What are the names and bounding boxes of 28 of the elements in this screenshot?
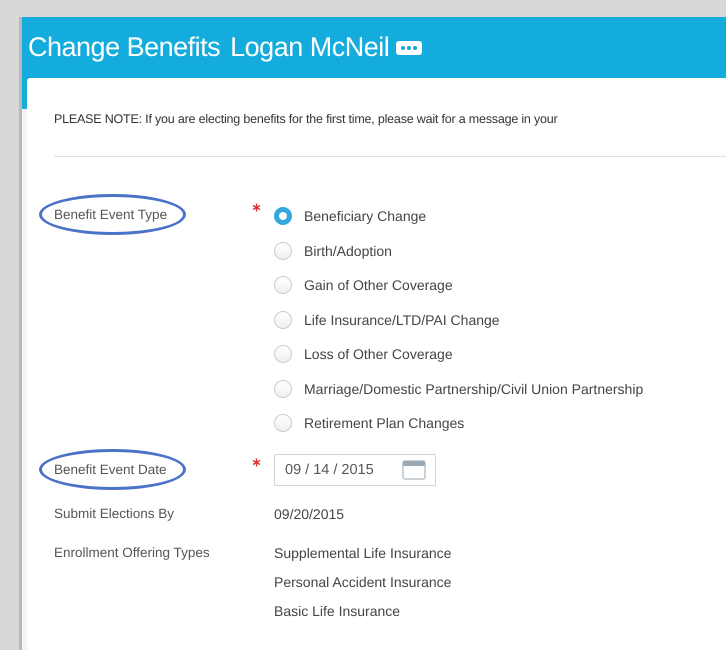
field-value: Basic Life Insurance [274, 602, 402, 618]
radio-button[interactable] [274, 380, 292, 398]
field-label: Benefit Event Type [54, 207, 168, 222]
option-label[interactable]: Retirement Plan Changes [304, 415, 464, 432]
field-value: 09/20/2015 [274, 506, 344, 522]
option-label[interactable]: Gain of Other Coverage [304, 277, 453, 294]
date-field[interactable]: 09 / 14 / 2015 [274, 454, 436, 486]
option-label[interactable]: Beneficiary Change [304, 208, 426, 224]
worker-name: Logan McNeil [230, 32, 390, 63]
option-label[interactable]: Loss of Other Coverage [304, 346, 453, 362]
field-value: Supplemental Life Insurance [274, 544, 452, 560]
page-title: Change Benefits [28, 32, 220, 63]
radio-button[interactable] [274, 414, 292, 432]
note-text: PLEASE NOTE: If you are electing benefits for the first time, please wait for a message in your [54, 112, 558, 126]
radio-button[interactable] [274, 242, 292, 260]
field-label: Enrollment Offering Types [54, 544, 210, 560]
radio-button[interactable] [274, 276, 292, 294]
field-label: Benefit Event Date [54, 462, 167, 476]
option-label[interactable]: Life Insurance/LTD/PAI Change [304, 312, 500, 328]
more-icon[interactable] [395, 40, 424, 56]
field-label: Submit Elections By [54, 506, 174, 520]
option-label[interactable]: Marriage/Domestic Partnership/Civil Union Partnership [304, 380, 644, 397]
radio-button[interactable] [274, 310, 292, 329]
option-label[interactable]: Birth/Adoption [304, 242, 392, 259]
radio-button[interactable] [274, 345, 292, 364]
field-value: Personal Accident Insurance [274, 574, 452, 590]
radio-button[interactable] [274, 207, 292, 226]
calendar-icon[interactable] [402, 460, 426, 480]
